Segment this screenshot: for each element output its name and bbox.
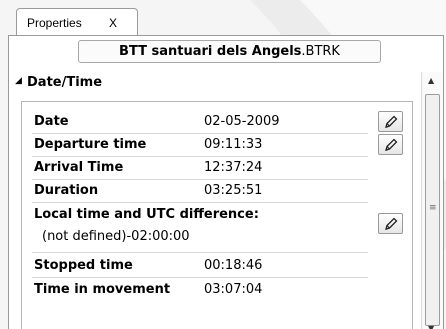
tab-label: Properties: [27, 16, 82, 30]
date-label: Date: [34, 114, 69, 129]
file-name: BTT santuari dels Angels: [119, 44, 302, 59]
duration-value: 03:25:51: [204, 183, 263, 198]
vertical-scrollbar[interactable]: ▲ ≡ ▼: [421, 72, 443, 329]
pencil-icon: [385, 115, 398, 128]
file-extension: .BTRK: [301, 44, 340, 59]
row-arrival-time: Arrival Time 12:37:24: [34, 158, 408, 178]
section-title: Date/Time: [27, 75, 103, 90]
properties-panel: BTT santuari dels Angels.BTRK ◢ Date/Tim…: [8, 35, 444, 329]
duration-label: Duration: [34, 183, 99, 198]
scroll-thumb[interactable]: ≡: [425, 94, 440, 326]
divider: [32, 179, 368, 180]
date-value: 02-05-2009: [204, 114, 280, 129]
edit-date-button[interactable]: [378, 111, 403, 132]
time-in-movement-value: 03:07:04: [204, 282, 263, 297]
tab-properties[interactable]: Properties X: [16, 8, 138, 36]
scroll-grip-icon: ≡: [429, 203, 437, 213]
divider: [32, 202, 368, 203]
divider: [32, 277, 368, 278]
stopped-time-value: 00:18:46: [204, 258, 263, 273]
file-name-title: BTT santuari dels Angels.BTRK: [78, 40, 381, 63]
row-stopped-time: Stopped time 00:18:46: [34, 256, 408, 276]
row-utc-difference: Local time and UTC difference:: [34, 205, 408, 225]
divider: [32, 252, 368, 253]
section-header-datetime[interactable]: ◢ Date/Time: [9, 72, 421, 94]
scroll-down-arrow-icon[interactable]: ▼: [428, 324, 434, 329]
departure-time-label: Departure time: [34, 137, 147, 152]
departure-time-value: 09:11:33: [204, 137, 263, 152]
arrival-time-value: 12:37:24: [204, 160, 263, 175]
scroll-up-arrow-icon[interactable]: ▲: [428, 76, 434, 85]
datetime-properties-box: Date 02-05-2009 Departure time 09:11:33 …: [21, 101, 413, 329]
row-date: Date 02-05-2009: [34, 112, 408, 132]
utc-difference-value: (not defined)-02:00:00: [42, 229, 190, 244]
collapse-arrow-icon[interactable]: ◢: [15, 76, 22, 86]
row-duration: Duration 03:25:51: [34, 181, 408, 201]
edit-departure-time-button[interactable]: [378, 134, 403, 155]
arrival-time-label: Arrival Time: [34, 160, 124, 175]
divider: [32, 156, 368, 157]
close-icon[interactable]: X: [109, 16, 117, 30]
pencil-icon: [385, 217, 398, 230]
pencil-icon: [385, 138, 398, 151]
edit-utc-difference-button[interactable]: [378, 213, 403, 234]
time-in-movement-label: Time in movement: [34, 282, 171, 297]
divider: [32, 133, 368, 134]
utc-difference-label: Local time and UTC difference:: [34, 207, 259, 222]
row-time-in-movement: Time in movement 03:07:04: [34, 280, 408, 300]
row-departure-time: Departure time 09:11:33: [34, 135, 408, 155]
stopped-time-label: Stopped time: [34, 258, 133, 273]
